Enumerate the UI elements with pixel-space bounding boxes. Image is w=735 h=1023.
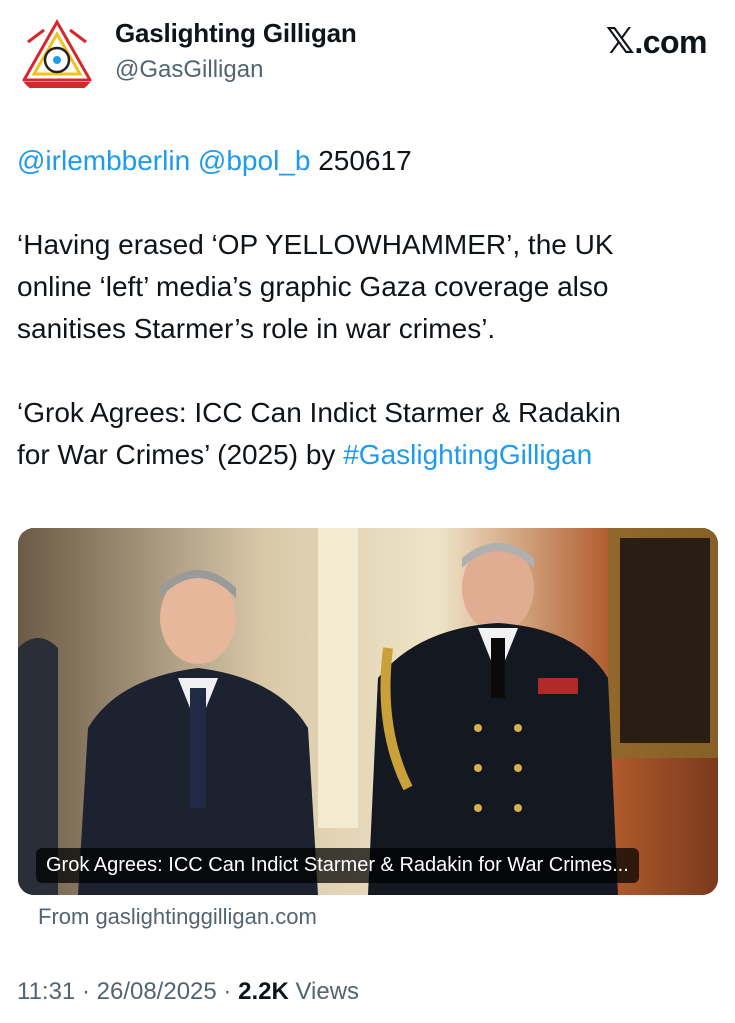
x-icon: 𝕏 bbox=[605, 20, 635, 61]
avatar-emblem-icon bbox=[15, 13, 99, 97]
card-photo bbox=[18, 528, 718, 895]
tweet-line-mentions: @irlembberlin @bpol_b 250617 bbox=[17, 140, 717, 182]
hashtag-gaslightinggilligan[interactable]: #GaslightingGilligan bbox=[343, 439, 592, 470]
views-count: 2.2K bbox=[238, 978, 289, 1005]
link-card[interactable]: Grok Agrees: ICC Can Indict Starmer & Ra… bbox=[18, 528, 718, 895]
mention-bpol-b[interactable]: @bpol_b bbox=[198, 145, 311, 176]
separator: · bbox=[223, 978, 239, 1005]
tweet-meta: 11:31 · 26/08/2025 · 2.2K Views bbox=[17, 978, 359, 1006]
tweet-para1-line2: online ‘left’ media’s graphic Gaza cover… bbox=[17, 271, 609, 302]
author-name[interactable]: Gaslighting Gilligan bbox=[115, 18, 357, 49]
author-handle[interactable]: @GasGilligan bbox=[115, 56, 263, 84]
separator: · bbox=[81, 978, 97, 1005]
mention-irlembberlin[interactable]: @irlembberlin bbox=[17, 145, 190, 176]
tweet-para1-line1: ‘Having erased ‘OP YELLOWHAMMER’, the UK bbox=[17, 229, 614, 260]
tweet-code: 250617 bbox=[318, 145, 412, 176]
tweet-date[interactable]: 26/08/2025 bbox=[97, 978, 217, 1005]
tweet-header: Gaslighting Gilligan @GasGilligan 𝕏.com bbox=[0, 0, 735, 110]
x-logo: 𝕏.com bbox=[605, 20, 708, 62]
x-logo-text: .com bbox=[634, 24, 707, 60]
card-source[interactable]: From gaslightinggilligan.com bbox=[38, 904, 317, 930]
tweet-para2-line2: for War Crimes’ (2025) by #GaslightingGi… bbox=[17, 434, 717, 476]
tweet-para1-line3: sanitises Starmer’s role in war crimes’. bbox=[17, 313, 496, 344]
tweet-text: @irlembberlin @bpol_b 250617 ‘Having era… bbox=[17, 140, 717, 476]
tweet-para2-line1: ‘Grok Agrees: ICC Can Indict Starmer & R… bbox=[17, 397, 621, 428]
card-caption: Grok Agrees: ICC Can Indict Starmer & Ra… bbox=[36, 848, 639, 883]
avatar[interactable] bbox=[14, 12, 100, 98]
tweet-para2-text: for War Crimes’ (2025) by bbox=[17, 439, 344, 470]
tweet-time[interactable]: 11:31 bbox=[17, 978, 75, 1005]
views-label: Views bbox=[295, 978, 360, 1005]
